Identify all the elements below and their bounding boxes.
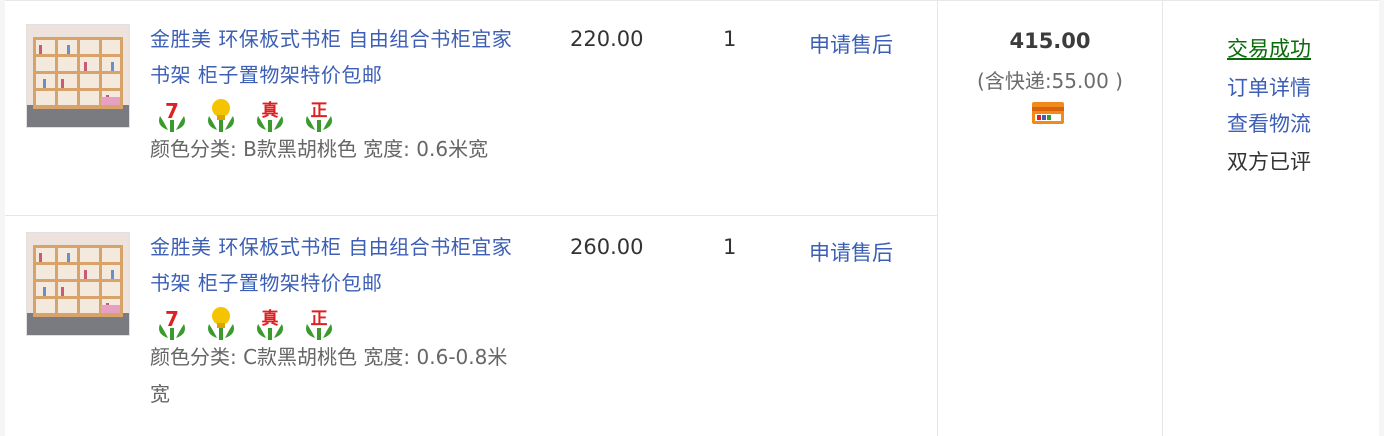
authentic-badge-icon[interactable]: 真 <box>252 304 288 340</box>
shipping-fee: (含快递:55.00 ) <box>977 69 1123 93</box>
svg-text:正: 正 <box>311 101 328 121</box>
quantity: 1 <box>723 27 737 51</box>
quantity: 1 <box>723 235 737 259</box>
service-badges: 7 真 正 <box>154 304 337 340</box>
order-item: 金胜美 环保板式书柜 自由组合书柜宜家书架 柜子置物架特价包邮 7 真 正 颜色… <box>5 1 937 215</box>
svg-text:真: 真 <box>262 308 279 329</box>
order-status: 交易成功 订单详情 查看物流 双方已评 <box>1163 1 1379 436</box>
view-logistics-link[interactable]: 查看物流 <box>1227 108 1311 138</box>
genuine-badge-icon[interactable]: 正 <box>301 304 337 340</box>
total-amount: 415.00 <box>1009 29 1091 53</box>
product-thumbnail[interactable] <box>26 232 130 336</box>
genuine-badge-icon[interactable]: 正 <box>301 96 337 132</box>
product-spec: 颜色分类: B款黑胡桃色 宽度: 0.6米宽 <box>150 137 489 161</box>
product-spec: 颜色分类: C款黑胡桃色 宽度: 0.6-0.8米宽 <box>150 345 508 406</box>
card-icon[interactable] <box>1032 102 1064 124</box>
rated-status: 双方已评 <box>1227 150 1311 174</box>
svg-text:正: 正 <box>311 309 328 329</box>
order-item: 金胜美 环保板式书柜 自由组合书柜宜家书架 柜子置物架特价包邮 7 真 正 颜色… <box>5 215 937 436</box>
order-card: 金胜美 环保板式书柜 自由组合书柜宜家书架 柜子置物架特价包邮 7 真 正 颜色… <box>5 0 1379 436</box>
aftersale-link[interactable]: 申请售后 <box>809 29 893 59</box>
unit-price: 220.00 <box>570 27 644 51</box>
svg-text:7: 7 <box>165 99 179 123</box>
trade-success-link[interactable]: 交易成功 <box>1227 33 1311 63</box>
product-thumbnail[interactable] <box>26 24 130 128</box>
bulb-badge-icon[interactable] <box>203 304 239 340</box>
product-title-link[interactable]: 金胜美 环保板式书柜 自由组合书柜宜家书架 柜子置物架特价包邮 <box>150 21 520 93</box>
svg-text:真: 真 <box>262 100 279 121</box>
authentic-badge-icon[interactable]: 真 <box>252 96 288 132</box>
seven-day-return-icon[interactable]: 7 <box>154 96 190 132</box>
svg-text:7: 7 <box>165 307 179 331</box>
unit-price: 260.00 <box>570 235 644 259</box>
bulb-badge-icon[interactable] <box>203 96 239 132</box>
service-badges: 7 真 正 <box>154 96 337 132</box>
seven-day-return-icon[interactable]: 7 <box>154 304 190 340</box>
order-items: 金胜美 环保板式书柜 自由组合书柜宜家书架 柜子置物架特价包邮 7 真 正 颜色… <box>5 1 938 436</box>
aftersale-link[interactable]: 申请售后 <box>809 237 893 267</box>
order-total: 415.00 (含快递:55.00 ) <box>938 1 1163 436</box>
product-title-link[interactable]: 金胜美 环保板式书柜 自由组合书柜宜家书架 柜子置物架特价包邮 <box>150 229 520 301</box>
order-detail-link[interactable]: 订单详情 <box>1227 72 1311 102</box>
